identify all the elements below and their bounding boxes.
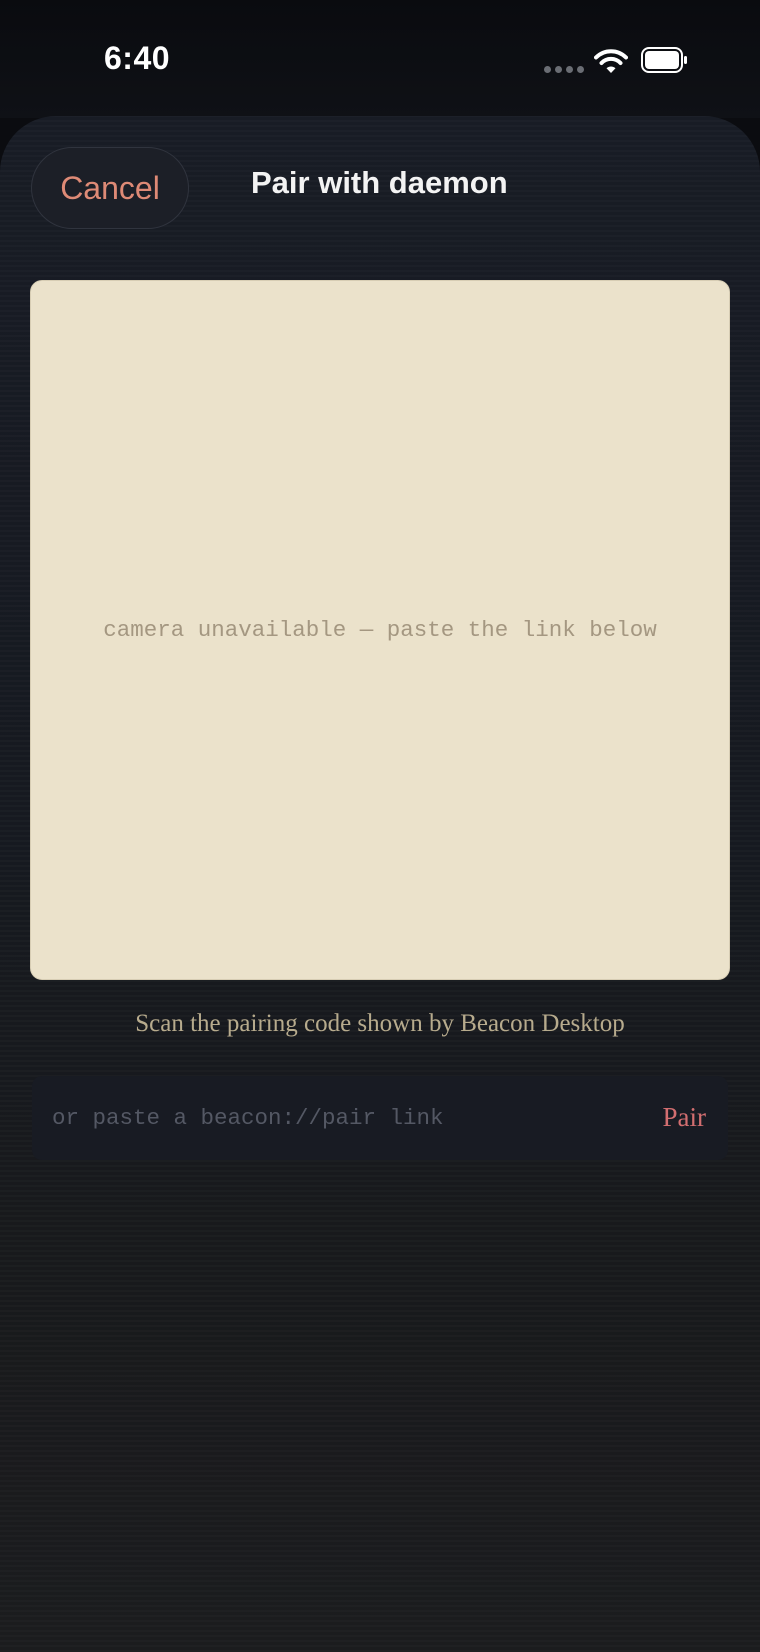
pair-button[interactable]: Pair xyxy=(663,1102,707,1133)
camera-unavailable-message: camera unavailable — paste the link belo… xyxy=(103,617,657,643)
paste-link-row: Pair xyxy=(32,1076,728,1160)
wifi-icon xyxy=(594,49,628,73)
status-time: 6:40 xyxy=(104,40,171,76)
camera-preview[interactable]: camera unavailable — paste the link belo… xyxy=(30,280,730,980)
battery-icon xyxy=(641,47,687,73)
cancel-button[interactable]: Cancel xyxy=(31,147,189,229)
status-bar: 6:40 xyxy=(0,0,760,118)
pair-link-input[interactable] xyxy=(52,1076,612,1160)
cellular-signal-icon xyxy=(544,66,584,73)
pairing-sheet: Cancel Pair with daemon camera unavailab… xyxy=(0,116,760,1652)
scan-hint: Scan the pairing code shown by Beacon De… xyxy=(135,1010,625,1037)
page-title: Pair with daemon xyxy=(251,165,508,200)
